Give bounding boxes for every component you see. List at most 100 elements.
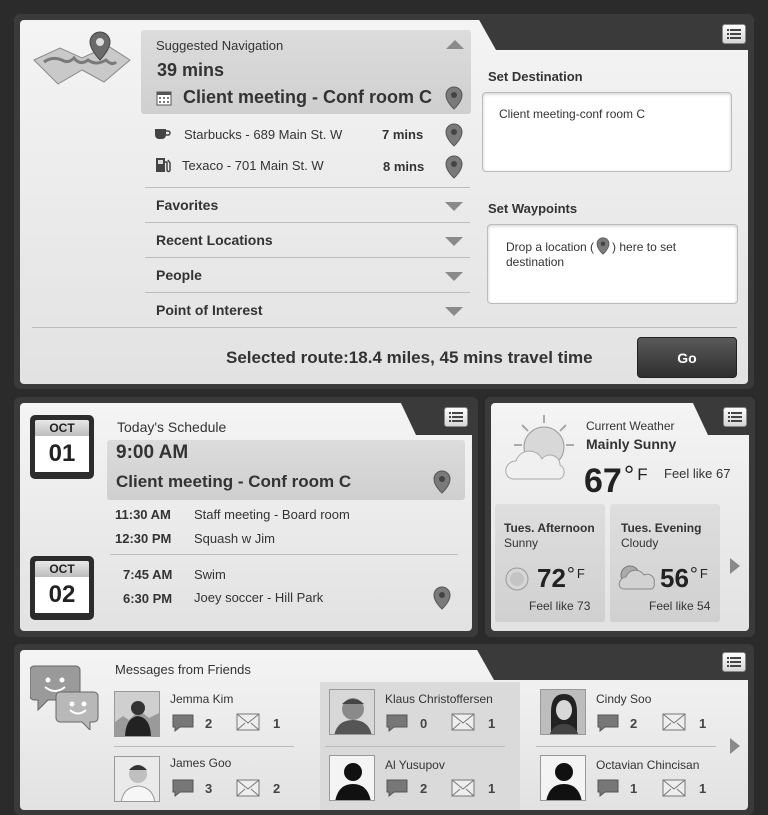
list-icon <box>728 412 742 422</box>
temperature-unit: F <box>637 465 648 484</box>
temperature-degree: ° <box>689 564 698 586</box>
coffee-cup-icon <box>155 129 171 139</box>
chat-icon[interactable] <box>597 714 619 732</box>
section-favorites[interactable]: Favorites <box>145 187 470 222</box>
chat-count: 1 <box>630 781 638 796</box>
mail-icon[interactable] <box>451 713 475 731</box>
location-pin-icon[interactable] <box>445 155 463 179</box>
event-time: 12:30 PM <box>115 531 172 546</box>
avatar[interactable] <box>329 689 375 735</box>
chat-icon[interactable] <box>386 714 408 732</box>
chat-icon[interactable] <box>597 779 619 797</box>
section-label: Favorites <box>156 197 219 213</box>
event-name[interactable]: Squash w Jim <box>194 531 275 546</box>
set-waypoints-label: Set Waypoints <box>488 201 578 216</box>
chat-icon[interactable] <box>172 779 194 797</box>
avatar[interactable] <box>540 689 586 735</box>
divider <box>536 746 716 747</box>
route-summary: Selected route:18.4 miles, 45 mins trave… <box>226 348 593 367</box>
sun-icon <box>505 567 529 591</box>
navigation-menu-button[interactable] <box>722 24 746 44</box>
divider <box>325 746 505 747</box>
list-icon <box>727 657 741 667</box>
location-pin-icon[interactable] <box>433 470 451 494</box>
person-silhouette-icon <box>330 756 374 800</box>
forecast-period: Tues. Afternoon <box>504 521 595 535</box>
avatar[interactable] <box>329 755 375 801</box>
event-name[interactable]: Staff meeting - Board room <box>194 507 350 522</box>
sun-cloud-icon <box>505 415 574 480</box>
go-button[interactable]: Go <box>637 337 737 378</box>
temperature-value: 72 <box>537 563 566 593</box>
schedule-menu-button[interactable] <box>444 407 468 427</box>
chat-icon[interactable] <box>172 714 194 732</box>
section-label: Recent Locations <box>156 232 273 248</box>
avatar[interactable] <box>540 755 586 801</box>
avatar[interactable] <box>114 691 160 737</box>
chat-icon[interactable] <box>386 779 408 797</box>
schedule-title: Today's Schedule <box>117 419 227 435</box>
friend-name[interactable]: James Goo <box>170 756 231 770</box>
calendar-day-2[interactable]: OCT 02 <box>30 556 94 620</box>
stop-name[interactable]: Texaco - 701 Main St. W <box>182 158 324 173</box>
route-duration: 39 mins <box>157 60 225 80</box>
waypoints-dropzone[interactable]: Drop a location () here to set destinati… <box>487 224 738 304</box>
map-icon <box>33 31 131 85</box>
destination-input[interactable]: Client meeting-conf room C <box>482 92 732 172</box>
section-label: Point of Interest <box>156 302 263 318</box>
weather-menu-button[interactable] <box>723 407 747 427</box>
calendar-day: 01 <box>35 436 89 472</box>
person-silhouette-icon <box>541 756 585 800</box>
stop-name[interactable]: Starbucks - 689 Main St. W <box>184 127 342 142</box>
expand-icon <box>445 272 463 281</box>
friend-name[interactable]: Klaus Christoffersen <box>385 692 493 706</box>
collapse-icon[interactable] <box>446 40 464 49</box>
next-arrow-icon[interactable] <box>730 738 740 754</box>
temperature-value: 67 <box>584 462 622 500</box>
chat-count: 2 <box>630 716 638 731</box>
mail-icon[interactable] <box>236 713 260 731</box>
location-pin-icon[interactable] <box>445 86 463 110</box>
location-pin-icon[interactable] <box>445 123 463 147</box>
temperature-degree: ° <box>623 460 635 490</box>
section-recent-locations[interactable]: Recent Locations <box>145 222 470 257</box>
forecast-condition: Cloudy <box>621 536 659 550</box>
mail-icon[interactable] <box>662 713 686 731</box>
chat-count: 2 <box>205 716 213 731</box>
person-photo <box>330 690 374 734</box>
section-point-of-interest[interactable]: Point of Interest <box>145 292 470 327</box>
calendar-day-1[interactable]: OCT 01 <box>30 415 94 479</box>
location-pin-icon[interactable] <box>433 586 451 610</box>
suggested-navigation-title: Suggested Navigation <box>156 38 284 53</box>
highlight-event: Client meeting - Conf room C <box>116 472 352 491</box>
mail-count: 2 <box>273 781 281 796</box>
mail-count: 1 <box>273 716 281 731</box>
cloudy-icon <box>618 565 655 590</box>
destination-name: Client meeting - Conf room C <box>183 87 432 107</box>
expand-icon <box>445 202 463 211</box>
mail-count: 1 <box>699 716 707 731</box>
avatar[interactable] <box>114 756 160 802</box>
weather-title: Current Weather <box>586 419 675 433</box>
calendar-icon <box>156 91 172 106</box>
temperature-degree: ° <box>566 564 575 586</box>
friend-name[interactable]: Jemma Kim <box>170 692 233 706</box>
friend-name[interactable]: Cindy Soo <box>596 692 651 706</box>
next-arrow-icon[interactable] <box>730 558 740 574</box>
mail-icon[interactable] <box>662 779 686 797</box>
chat-count: 3 <box>205 781 213 796</box>
friend-name[interactable]: Octavian Chincisan <box>596 758 699 772</box>
event-name[interactable]: Swim <box>194 567 226 582</box>
section-people[interactable]: People <box>145 257 470 292</box>
mail-count: 1 <box>488 781 496 796</box>
event-name[interactable]: Joey soccer - Hill Park <box>194 590 323 605</box>
mail-icon[interactable] <box>236 779 260 797</box>
messages-menu-button[interactable] <box>722 652 746 672</box>
mail-icon[interactable] <box>451 779 475 797</box>
expand-icon <box>445 307 463 316</box>
chat-bubbles-icon <box>30 665 99 730</box>
messages-tab-notch <box>476 648 750 680</box>
forecast-feels-like: Feel like 73 <box>529 599 591 613</box>
friend-name[interactable]: Al Yusupov <box>385 758 445 772</box>
event-time: 11:30 AM <box>115 507 171 522</box>
